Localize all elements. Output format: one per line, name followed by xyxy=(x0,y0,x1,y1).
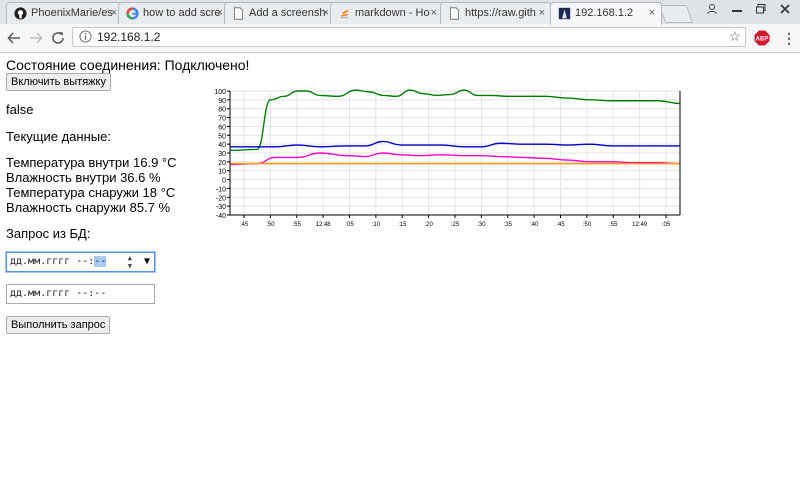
current-data-heading: Текущие данные: xyxy=(6,129,111,144)
address-bar[interactable]: 192.168.1.2 ☆ xyxy=(72,27,746,47)
reading-temp-outside: Температура снаружи 18 °C xyxy=(6,185,176,200)
x-tick-label: :30 xyxy=(477,222,486,228)
y-tick-label: 60 xyxy=(218,124,226,131)
x-tick-label: :45 xyxy=(556,222,565,228)
tab-google[interactable]: how to add scre × xyxy=(118,2,230,24)
date-to-text: дд.мм.гггг --:-- xyxy=(10,288,107,299)
y-tick-label: 20 xyxy=(218,160,226,167)
date-from-selected: -- xyxy=(94,256,107,267)
x-tick-label: :45 xyxy=(240,222,249,228)
connection-status: Состояние соединения: Подключено! xyxy=(6,57,250,73)
close-icon[interactable]: × xyxy=(431,3,437,24)
x-tick-label: 12:49 xyxy=(632,222,648,228)
adblock-icon[interactable]: ABP xyxy=(754,30,770,46)
close-icon[interactable]: × xyxy=(323,3,329,24)
x-tick-label: :20 xyxy=(424,222,433,228)
tab-strip: PhoenixMarie/es × how to add scre × Add … xyxy=(0,0,800,25)
x-tick-label: :55 xyxy=(293,222,302,228)
enable-hood-button[interactable]: Включить вытяжку xyxy=(6,73,111,91)
reload-icon[interactable] xyxy=(48,28,68,48)
reading-humidity-inside: Влажность внутри 36.6 % xyxy=(6,170,161,185)
adblock-label: ABP xyxy=(756,37,769,43)
y-tick-label: 100 xyxy=(214,89,226,96)
y-tick-label: 0 xyxy=(222,178,226,185)
y-tick-label: -30 xyxy=(216,204,226,211)
close-icon[interactable]: × xyxy=(111,3,117,24)
tab-label: markdown - Ho xyxy=(355,7,430,19)
menu-icon[interactable]: ⋮ xyxy=(782,30,796,47)
tab-active-192[interactable]: 192.168.1.2 × xyxy=(550,2,662,25)
back-icon[interactable] xyxy=(4,28,24,48)
x-tick-label: :50 xyxy=(266,222,275,228)
date-to-input[interactable]: дд.мм.гггг --:-- xyxy=(6,284,155,304)
tab-label: 192.168.1.2 xyxy=(575,7,634,19)
x-tick-label: :55 xyxy=(609,222,618,228)
profile-icon[interactable] xyxy=(704,0,720,18)
window-close-icon[interactable] xyxy=(776,0,794,18)
google-icon xyxy=(126,7,139,20)
x-tick-label: :40 xyxy=(530,222,539,228)
y-tick-label: 90 xyxy=(218,98,226,105)
x-tick-label: :10 xyxy=(372,222,381,228)
url-text[interactable]: 192.168.1.2 xyxy=(97,30,160,44)
dropdown-arrow-icon[interactable]: ▼ xyxy=(144,253,150,271)
close-icon[interactable]: × xyxy=(539,3,545,24)
db-query-label: Запрос из БД: xyxy=(6,226,91,241)
close-icon[interactable]: × xyxy=(649,3,655,24)
spinner-icon[interactable]: ▲ ▼ xyxy=(128,254,132,270)
x-tick-label: :50 xyxy=(583,222,592,228)
page-favicon-icon xyxy=(558,7,571,20)
document-icon xyxy=(450,7,459,20)
date-from-input[interactable]: дд.мм.гггг --:-- ▲ ▼ ▼ xyxy=(6,252,155,272)
document-icon xyxy=(234,7,243,20)
x-tick-label: :15 xyxy=(398,222,407,228)
date-from-text: дд.мм.гггг --: xyxy=(10,256,95,267)
flag-value: false xyxy=(6,102,34,117)
tab-label: how to add scre xyxy=(143,7,221,19)
browser-toolbar: 192.168.1.2 ☆ ABP ⋮ xyxy=(0,24,800,53)
x-tick-label: :25 xyxy=(451,222,460,228)
github-icon xyxy=(14,7,27,20)
tab-add-screenshot[interactable]: Add a screensh × xyxy=(224,2,336,24)
y-tick-label: -10 xyxy=(216,186,226,193)
y-tick-label: 40 xyxy=(218,142,226,149)
tab-label: Add a screensh xyxy=(249,7,326,19)
run-query-button[interactable]: Выполнить запрос xyxy=(6,316,111,334)
x-tick-label: :05 xyxy=(662,222,671,228)
info-icon[interactable] xyxy=(79,30,92,43)
forward-icon[interactable] xyxy=(26,28,46,48)
new-tab-button[interactable] xyxy=(658,5,694,23)
tab-markdown[interactable]: markdown - Ho × xyxy=(330,2,444,24)
reading-temp-inside: Температура внутри 16.9 °C xyxy=(6,155,177,170)
x-tick-label: :05 xyxy=(345,222,354,228)
y-tick-label: 10 xyxy=(218,169,226,176)
tab-github[interactable]: PhoenixMarie/es × xyxy=(6,2,124,24)
y-tick-label: 50 xyxy=(218,133,226,140)
tab-label: PhoenixMarie/es xyxy=(31,7,113,19)
minimize-icon[interactable] xyxy=(728,0,746,18)
x-tick-label: :35 xyxy=(504,222,513,228)
restore-icon[interactable] xyxy=(752,0,770,18)
stackoverflow-icon xyxy=(340,9,349,19)
tab-label: https://raw.gith xyxy=(465,7,536,19)
tab-raw-github[interactable]: https://raw.gith × xyxy=(440,2,552,24)
reading-humidity-outside: Влажность снаружи 85.7 % xyxy=(6,200,171,215)
page-content: Состояние соединения: Подключено! Включи… xyxy=(0,53,800,500)
y-tick-label: 30 xyxy=(218,151,226,158)
y-tick-label: -20 xyxy=(216,195,226,202)
y-tick-label: -40 xyxy=(216,213,226,220)
sensor-chart: -40 -30 -20 -100 10 20 30 40 50 6070 80 90 100 :45 :50… xyxy=(214,89,681,228)
bookmark-star-icon[interactable]: ☆ xyxy=(728,28,741,45)
x-tick-label: 12:48 xyxy=(316,222,332,228)
y-tick-label: 80 xyxy=(218,107,226,114)
close-icon[interactable]: × xyxy=(217,3,223,24)
y-tick-label: 70 xyxy=(218,116,226,123)
